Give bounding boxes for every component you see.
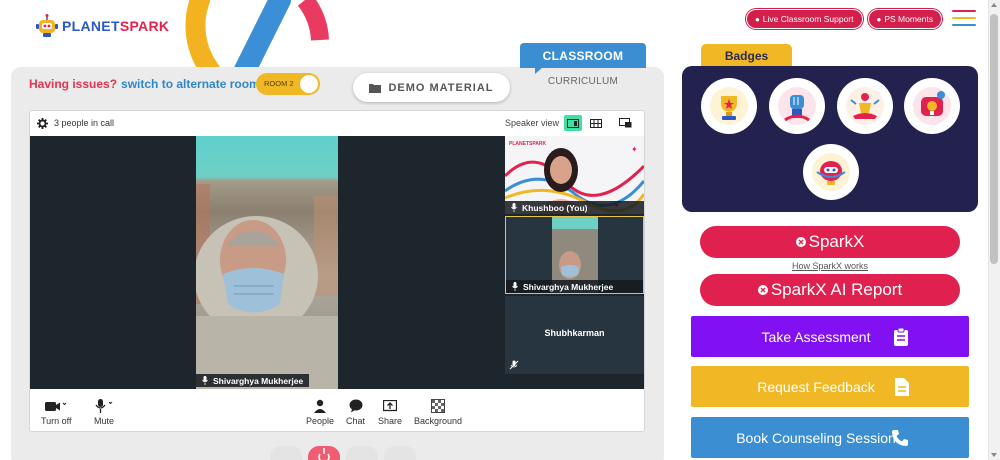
participant-name-tag: Shivarghya Mukherjee (506, 280, 643, 293)
microphone-icon (511, 203, 517, 212)
tab-pointer (535, 67, 543, 74)
chat-button[interactable]: Chat (346, 398, 365, 426)
pip-view-button[interactable] (616, 115, 634, 131)
record-icon: ● (876, 14, 882, 24)
main-speaker-video: Shivarghya Mukherjee (196, 136, 338, 389)
close-circle-icon (757, 285, 768, 295)
speaker-layout-icon (567, 118, 579, 128)
person-icon (314, 399, 327, 413)
speaker-view-button[interactable] (564, 115, 582, 131)
how-sparkx-works-link[interactable]: How SparkX works (700, 261, 960, 271)
robot-badge-icon (812, 153, 850, 191)
participant-tile[interactable]: Shivarghya Mukherjee (505, 216, 644, 294)
hamburger-icon[interactable] (952, 10, 976, 26)
background-pattern-icon (431, 399, 446, 413)
live-classroom-support-button[interactable]: ● Live Classroom Support (745, 9, 863, 29)
video-call: 3 people in call Speaker view Shivarghya… (29, 110, 645, 432)
scroll-thumb[interactable] (990, 14, 998, 264)
toggle-knob (300, 75, 318, 93)
room-toggle[interactable]: ROOM 2 (256, 73, 320, 95)
request-feedback-button[interactable]: Request Feedback (691, 366, 969, 407)
camera-toggle-button[interactable]: Turn off (41, 398, 72, 426)
mic-muted-icon (509, 360, 519, 370)
badge-item[interactable] (769, 78, 825, 134)
scroll-up-arrow-icon[interactable] (991, 3, 997, 7)
people-count: 3 people in call (54, 118, 115, 128)
demo-material-button[interactable]: DEMO MATERIAL (353, 73, 510, 102)
fist-badge-icon (778, 87, 816, 125)
tab-classroom[interactable]: CLASSROOM (520, 43, 646, 68)
robot-logo-icon (36, 14, 58, 37)
badges-panel (682, 66, 978, 212)
tab-curriculum[interactable]: CURRICULUM (520, 76, 646, 87)
badges-tab[interactable]: Badges (701, 44, 792, 67)
planetspark-logo[interactable]: PLANETSPARK (36, 14, 169, 38)
participant-name-tag: Khushboo (You) (505, 201, 644, 214)
mute-button[interactable]: Mute (93, 398, 115, 426)
microphone-icon (512, 282, 518, 291)
grid-view-button[interactable] (587, 115, 605, 131)
clipboard-icon (894, 328, 908, 346)
take-assessment-button[interactable]: Take Assessment (691, 316, 969, 357)
sparkx-button[interactable]: SparkX (700, 226, 960, 258)
participant-tiles: PLANETSPARK ✦ ✦ Khushboo (You) Shivarghy… (504, 136, 644, 389)
fullscreen-button[interactable] (270, 446, 302, 460)
badge-item[interactable] (701, 78, 757, 134)
microphone-icon (202, 376, 208, 385)
logo-text: PLANETSPARK (62, 18, 170, 34)
switch-room-link[interactable]: switch to alternate room (121, 77, 260, 91)
ps-moments-button[interactable]: ● PS Moments (867, 9, 942, 29)
screen-button[interactable] (346, 446, 378, 460)
share-button[interactable]: Share (378, 398, 402, 426)
chat-bubble-icon (349, 399, 362, 413)
folder-icon (369, 83, 382, 93)
scroll-down-arrow-icon[interactable] (991, 453, 997, 457)
participant-tile[interactable]: Shubhkarman (505, 296, 644, 374)
microphone-icon (95, 399, 113, 413)
call-toolbar: Turn off Mute People Chat Share Backgrou… (30, 390, 644, 431)
issues-message: Having issues? switch to alternate room (29, 77, 260, 91)
document-icon (895, 378, 909, 396)
phone-icon (892, 430, 908, 446)
speaker-person (196, 184, 338, 389)
badge-item[interactable] (803, 144, 859, 200)
top-actions: ● Live Classroom Support ● PS Moments (745, 9, 942, 29)
people-button[interactable]: People (306, 398, 334, 426)
view-switcher: Speaker view (505, 115, 634, 131)
video-camera-icon (45, 402, 67, 411)
picture-in-picture-icon (618, 118, 631, 128)
background-button[interactable]: Background (414, 398, 462, 426)
badge-item[interactable] (904, 78, 960, 134)
close-circle-icon (795, 237, 806, 247)
main-speaker-name: Shivarghya Mukherjee (196, 374, 310, 387)
bottom-controls (270, 446, 416, 460)
settings-button[interactable] (384, 446, 416, 460)
badge-item[interactable] (837, 78, 893, 134)
grid-layout-icon (590, 118, 602, 128)
svg-text:PLANETSPARK: PLANETSPARK (509, 141, 547, 147)
power-icon (318, 448, 330, 460)
idea-badge-icon (913, 87, 951, 125)
participant-tile[interactable]: PLANETSPARK ✦ ✦ Khushboo (You) (505, 136, 644, 214)
trophy-badge-icon (710, 87, 748, 125)
book-counseling-button[interactable]: Book Counseling Session (691, 417, 969, 458)
page-scrollbar[interactable] (988, 0, 1000, 460)
main-stage: Shivarghya Mukherjee (30, 136, 504, 389)
record-icon: ● (754, 14, 760, 24)
meditation-badge-icon (846, 87, 884, 125)
gear-icon[interactable] (37, 117, 48, 129)
screen-share-icon (383, 399, 398, 411)
end-call-button[interactable] (308, 446, 340, 460)
svg-text:✦: ✦ (631, 145, 638, 154)
sparkx-ai-report-button[interactable]: SparkX AI Report (700, 274, 960, 306)
